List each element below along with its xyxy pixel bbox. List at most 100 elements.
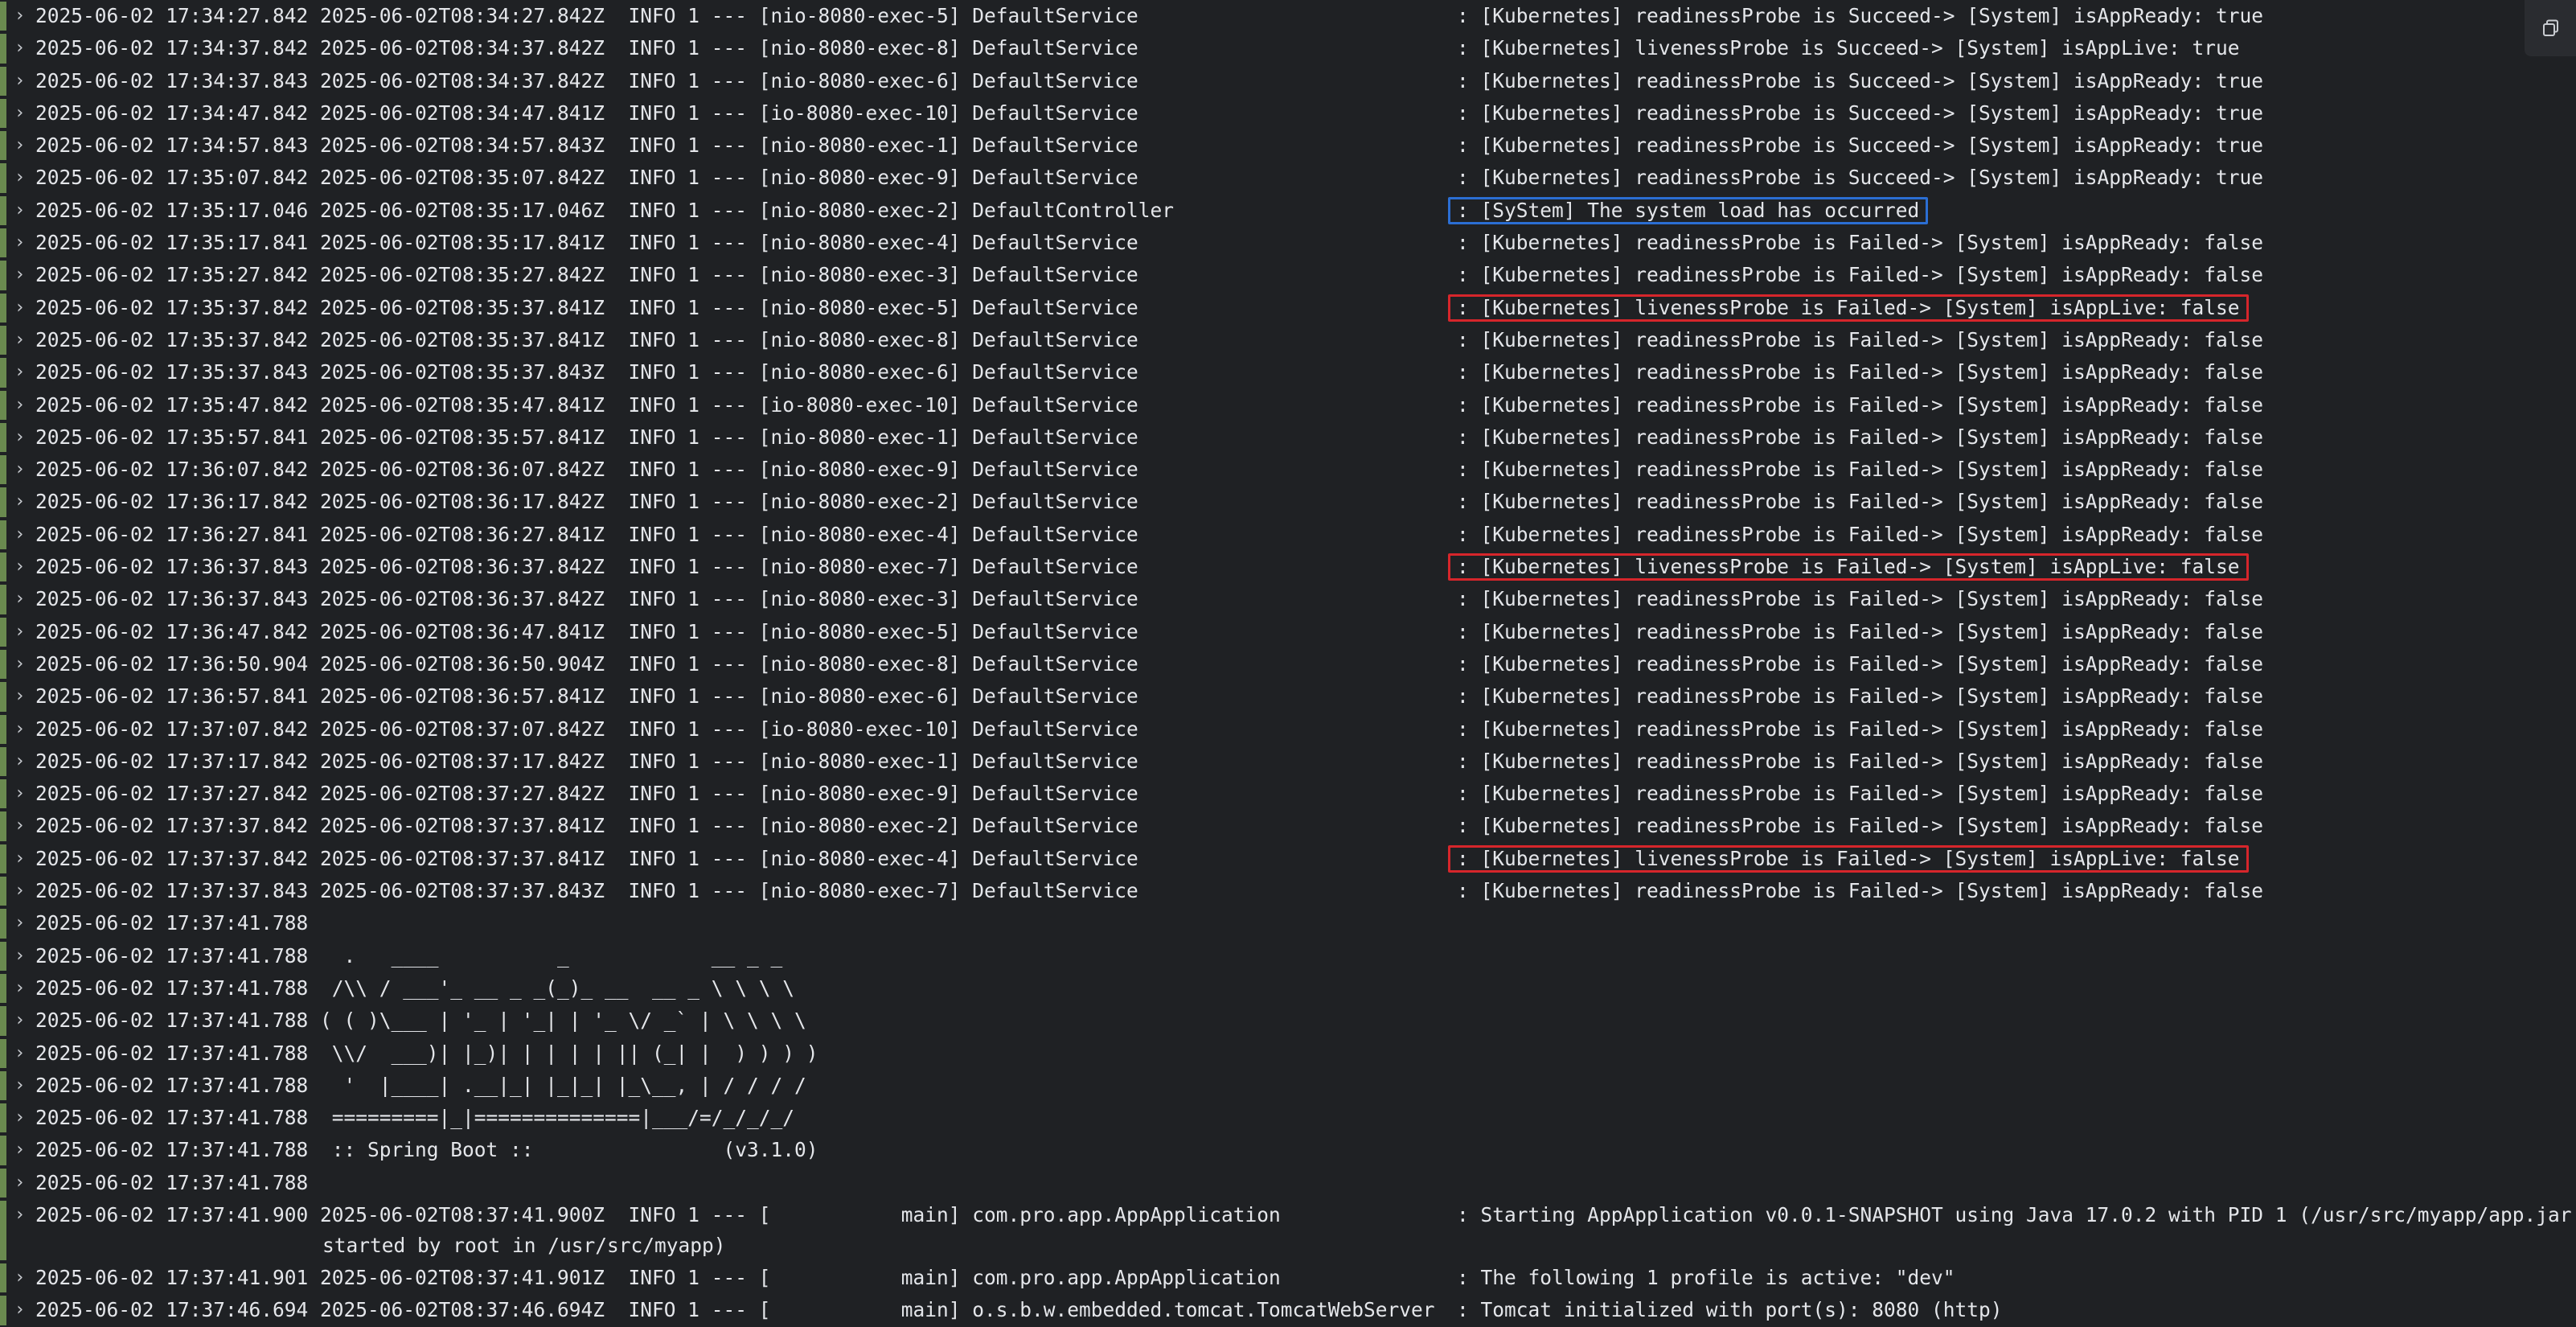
expand-chevron-icon[interactable]: › <box>14 1167 25 1199</box>
expand-chevron-icon[interactable]: › <box>14 746 25 778</box>
log-level-marker <box>0 293 6 323</box>
log-line[interactable]: › 2025-06-02 17:34:37.842 2025-06-02T08:3… <box>0 32 2576 64</box>
expand-chevron-icon[interactable]: › <box>14 778 25 810</box>
expand-chevron-icon[interactable]: › <box>14 940 25 972</box>
log-line[interactable]: › 2025-06-02 17:35:37.842 2025-06-02T08:3… <box>0 324 2576 356</box>
expand-chevron-icon[interactable]: › <box>14 32 25 64</box>
log-line[interactable]: › 2025-06-02 17:37:41.788 ( ( )\___ | '_ … <box>0 1004 2576 1037</box>
expand-chevron-icon[interactable]: › <box>14 875 25 907</box>
expand-chevron-icon[interactable]: › <box>14 162 25 194</box>
log-level-marker <box>0 746 6 777</box>
log-line[interactable]: › 2025-06-02 17:37:41.901 2025-06-02T08:3… <box>0 1262 2576 1294</box>
log-line[interactable]: › 2025-06-02 17:37:17.842 2025-06-02T08:3… <box>0 746 2576 778</box>
expand-chevron-icon[interactable]: › <box>14 810 25 842</box>
expand-chevron-icon[interactable]: › <box>14 1070 25 1102</box>
log-line[interactable]: › 2025-06-02 17:34:27.842 2025-06-02T08:3… <box>0 0 2576 32</box>
log-line-message: : [Kubernetes] readinessProbe is Failed-… <box>1457 782 2264 806</box>
expand-chevron-icon[interactable]: › <box>14 519 25 551</box>
log-line-message: : [Kubernetes] readinessProbe is Failed-… <box>1457 360 2264 384</box>
log-line[interactable]: › 2025-06-02 17:35:47.842 2025-06-02T08:3… <box>0 389 2576 421</box>
log-line[interactable]: › 2025-06-02 17:36:17.842 2025-06-02T08:3… <box>0 486 2576 518</box>
log-line-prefix: 2025-06-02 17:35:57.841 2025-06-02T08:35… <box>35 425 1138 449</box>
copy-icon[interactable] <box>2525 0 2576 56</box>
expand-chevron-icon[interactable]: › <box>14 129 25 162</box>
expand-chevron-icon[interactable]: › <box>14 1004 25 1037</box>
expand-chevron-icon[interactable]: › <box>14 583 25 615</box>
expand-chevron-icon[interactable]: › <box>14 389 25 421</box>
log-level-marker <box>0 714 6 744</box>
expand-chevron-icon[interactable]: › <box>14 259 25 291</box>
expand-chevron-icon[interactable]: › <box>14 1262 25 1294</box>
log-viewer[interactable]: › 2025-06-02 17:34:27.842 2025-06-02T08:3… <box>0 0 2576 1325</box>
expand-chevron-icon[interactable]: › <box>14 1199 25 1231</box>
expand-chevron-icon[interactable]: › <box>14 227 25 259</box>
log-level-marker <box>0 455 6 485</box>
log-line[interactable]: › 2025-06-02 17:37:41.788 <box>0 907 2576 939</box>
log-line[interactable]: › 2025-06-02 17:37:07.842 2025-06-02T08:3… <box>0 713 2576 746</box>
expand-chevron-icon[interactable]: › <box>14 421 25 454</box>
log-line[interactable]: › 2025-06-02 17:37:41.788 =========|_|===… <box>0 1102 2576 1134</box>
log-line[interactable]: › 2025-06-02 17:36:37.843 2025-06-02T08:3… <box>0 583 2576 615</box>
expand-chevron-icon[interactable]: › <box>14 1037 25 1070</box>
log-line[interactable]: › 2025-06-02 17:37:41.788 <box>0 1167 2576 1199</box>
log-line[interactable]: › 2025-06-02 17:36:37.843 2025-06-02T08:3… <box>0 551 2576 583</box>
expand-chevron-icon[interactable]: › <box>14 0 25 32</box>
log-line-message: : [Kubernetes] readinessProbe is Failed-… <box>1457 263 2264 287</box>
log-line[interactable]: › 2025-06-02 17:34:47.842 2025-06-02T08:3… <box>0 97 2576 129</box>
log-line[interactable]: › 2025-06-02 17:37:41.788 \\/ ___)| |_)| … <box>0 1037 2576 1070</box>
expand-chevron-icon[interactable]: › <box>14 195 25 227</box>
log-line[interactable]: › 2025-06-02 17:37:41.900 2025-06-02T08:3… <box>0 1199 2576 1262</box>
log-line[interactable]: › 2025-06-02 17:37:41.788 /\\ / ___'_ __ … <box>0 972 2576 1004</box>
log-line[interactable]: › 2025-06-02 17:34:57.843 2025-06-02T08:3… <box>0 129 2576 162</box>
log-line[interactable]: › 2025-06-02 17:35:57.841 2025-06-02T08:3… <box>0 421 2576 454</box>
expand-chevron-icon[interactable]: › <box>14 65 25 97</box>
log-level-marker <box>0 261 6 290</box>
expand-chevron-icon[interactable]: › <box>14 907 25 939</box>
log-line[interactable]: › 2025-06-02 17:35:17.841 2025-06-02T08:3… <box>0 227 2576 259</box>
expand-chevron-icon[interactable]: › <box>14 1294 25 1326</box>
log-line-prefix: 2025-06-02 17:36:37.843 2025-06-02T08:36… <box>35 587 1138 611</box>
log-line[interactable]: › 2025-06-02 17:35:27.842 2025-06-02T08:3… <box>0 259 2576 291</box>
log-line[interactable]: › 2025-06-02 17:37:37.843 2025-06-02T08:3… <box>0 875 2576 907</box>
log-line[interactable]: › 2025-06-02 17:37:41.788 . ____ _ __ _ _ <box>0 940 2576 972</box>
log-line-message: : Starting AppApplication v0.0.1-SNAPSHO… <box>1457 1202 2572 1226</box>
log-line-message: : [Kubernetes] readinessProbe is Failed-… <box>1457 619 2264 643</box>
log-line[interactable]: › 2025-06-02 17:35:17.046 2025-06-02T08:3… <box>0 195 2576 227</box>
log-line[interactable]: › 2025-06-02 17:36:27.841 2025-06-02T08:3… <box>0 519 2576 551</box>
log-line-prefix: 2025-06-02 17:36:07.842 2025-06-02T08:36… <box>35 458 1138 482</box>
log-line[interactable]: › 2025-06-02 17:37:46.694 2025-06-02T08:3… <box>0 1294 2576 1326</box>
expand-chevron-icon[interactable]: › <box>14 972 25 1004</box>
log-line[interactable]: › 2025-06-02 17:37:37.842 2025-06-02T08:3… <box>0 810 2576 842</box>
expand-chevron-icon[interactable]: › <box>14 324 25 356</box>
log-line[interactable]: › 2025-06-02 17:37:37.842 2025-06-02T08:3… <box>0 843 2576 875</box>
expand-chevron-icon[interactable]: › <box>14 486 25 518</box>
log-level-marker <box>0 1263 6 1293</box>
expand-chevron-icon[interactable]: › <box>14 1102 25 1134</box>
expand-chevron-icon[interactable]: › <box>14 356 25 388</box>
expand-chevron-icon[interactable]: › <box>14 1134 25 1166</box>
log-line[interactable]: › 2025-06-02 17:36:07.842 2025-06-02T08:3… <box>0 454 2576 486</box>
expand-chevron-icon[interactable]: › <box>14 616 25 648</box>
log-line-message: : [Kubernetes] livenessProbe is Succeed-… <box>1457 36 2240 60</box>
expand-chevron-icon[interactable]: › <box>14 292 25 324</box>
log-line-prefix: 2025-06-02 17:35:17.841 2025-06-02T08:35… <box>35 231 1138 255</box>
log-line[interactable]: › 2025-06-02 17:37:41.788 ' |____| .__|_|… <box>0 1070 2576 1102</box>
log-line-message: : [Kubernetes] readinessProbe is Failed-… <box>1457 458 2264 482</box>
log-line[interactable]: › 2025-06-02 17:37:41.788 :: Spring Boot … <box>0 1134 2576 1166</box>
expand-chevron-icon[interactable]: › <box>14 551 25 583</box>
expand-chevron-icon[interactable]: › <box>14 843 25 875</box>
expand-chevron-icon[interactable]: › <box>14 97 25 129</box>
log-line[interactable]: › 2025-06-02 17:35:37.843 2025-06-02T08:3… <box>0 356 2576 388</box>
expand-chevron-icon[interactable]: › <box>14 454 25 486</box>
log-line[interactable]: › 2025-06-02 17:36:57.841 2025-06-02T08:3… <box>0 680 2576 713</box>
log-line[interactable]: › 2025-06-02 17:35:07.842 2025-06-02T08:3… <box>0 162 2576 194</box>
expand-chevron-icon[interactable]: › <box>14 648 25 680</box>
log-line[interactable]: › 2025-06-02 17:36:50.904 2025-06-02T08:3… <box>0 648 2576 680</box>
expand-chevron-icon[interactable]: › <box>14 680 25 713</box>
log-line[interactable]: › 2025-06-02 17:35:37.842 2025-06-02T08:3… <box>0 292 2576 324</box>
log-line[interactable]: › 2025-06-02 17:36:47.842 2025-06-02T08:3… <box>0 616 2576 648</box>
expand-chevron-icon[interactable]: › <box>14 713 25 746</box>
log-level-marker <box>0 131 6 161</box>
log-line[interactable]: › 2025-06-02 17:37:27.842 2025-06-02T08:3… <box>0 778 2576 810</box>
log-line[interactable]: › 2025-06-02 17:34:37.843 2025-06-02T08:3… <box>0 65 2576 97</box>
